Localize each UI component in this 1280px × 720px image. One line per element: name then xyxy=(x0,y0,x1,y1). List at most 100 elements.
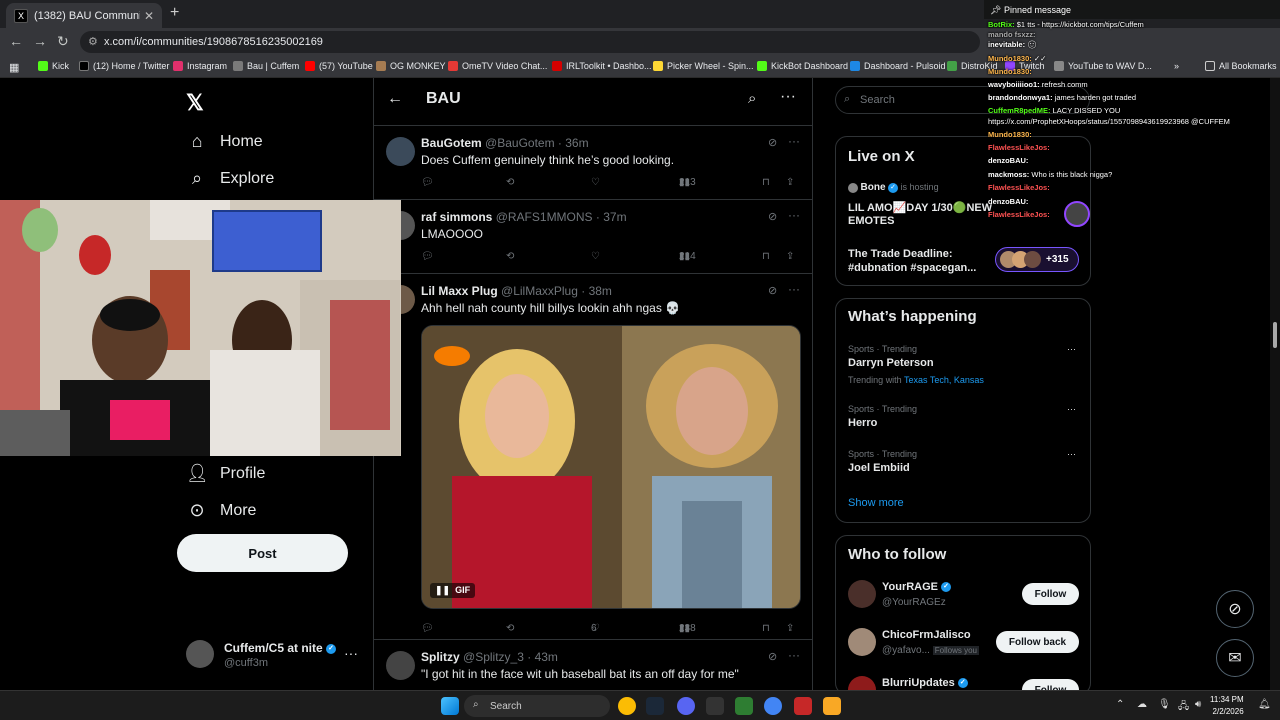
bookmark[interactable]: Instagram xyxy=(173,61,227,71)
back-arrow-icon[interactable]: ← xyxy=(387,90,403,108)
avatar[interactable] xyxy=(386,651,415,680)
bookmark[interactable]: OmeTV Video Chat... xyxy=(448,61,547,71)
bookmark-icon[interactable]: ⊓ xyxy=(762,251,770,262)
bookmark-icon[interactable]: ⊓ xyxy=(762,623,770,634)
share-icon[interactable]: ⇪ xyxy=(786,623,794,634)
account-switcher[interactable]: Cuffem/C5 at nite ✓ @cuff3m ··· xyxy=(186,640,366,672)
show-more-link[interactable]: Show more xyxy=(848,497,904,509)
avatar[interactable] xyxy=(848,580,876,608)
space-title[interactable]: The Trade Deadline: xyxy=(848,248,953,260)
address-bar[interactable]: ⚙ x.com/i/communities/190867851623500216… xyxy=(80,31,980,53)
avatar[interactable] xyxy=(848,628,876,656)
file-explorer-icon[interactable] xyxy=(823,697,841,715)
more-icon[interactable]: ··· xyxy=(344,645,358,661)
bookmark[interactable]: IRLToolkit • Dashbo... xyxy=(552,61,652,71)
site-info-icon[interactable]: ⚙ xyxy=(88,35,98,48)
nav-explore[interactable]: ⌕ Explore xyxy=(186,168,274,189)
follow-button[interactable]: Follow xyxy=(1022,583,1079,605)
x-logo-icon[interactable]: 𝕏 xyxy=(186,90,204,116)
more-icon[interactable]: ··· xyxy=(1067,344,1076,354)
share-icon[interactable]: ⇪ xyxy=(786,251,794,262)
grok-icon[interactable]: ⊘ xyxy=(768,650,777,663)
app-icon[interactable] xyxy=(794,697,812,715)
more-icon[interactable]: ··· xyxy=(788,208,800,222)
live-stream-title[interactable]: LIL AMO📈DAY 1/30🟢NEW xyxy=(848,201,992,214)
app-icon[interactable] xyxy=(735,697,753,715)
bookmark[interactable]: Dashboard - Pulsoid xyxy=(850,61,946,71)
like-icon[interactable]: ♡ xyxy=(591,177,600,188)
reload-icon[interactable]: ↻ xyxy=(57,33,69,50)
nav-profile[interactable]: 👤︎ Profile xyxy=(186,463,265,484)
space-title-line2[interactable]: #dubnation #spacegan... xyxy=(848,262,976,274)
listeners-pill[interactable]: +315 xyxy=(995,247,1079,272)
network-icon[interactable]: 🖧︎ xyxy=(1178,699,1189,716)
forward-icon[interactable]: → xyxy=(33,33,47,49)
nav-home[interactable]: ⌂ Home xyxy=(186,131,263,152)
mic-icon[interactable]: 🎙︎ xyxy=(1158,699,1171,710)
post-button[interactable]: Post xyxy=(177,534,348,572)
windows-start-icon[interactable] xyxy=(441,697,459,715)
search-icon[interactable]: ⌕ xyxy=(748,90,756,107)
grok-icon[interactable]: ⊘ xyxy=(768,136,777,149)
bookmark-icon[interactable]: ⊓ xyxy=(762,177,770,188)
more-icon[interactable]: ··· xyxy=(780,88,796,106)
avatar[interactable] xyxy=(386,137,415,166)
repost-icon[interactable]: ⟲ xyxy=(506,251,514,262)
share-icon[interactable]: ⇪ xyxy=(786,177,794,188)
more-icon[interactable]: ··· xyxy=(1067,404,1076,414)
clock[interactable]: 11:34 PM 2/2/2026 xyxy=(1210,694,1244,718)
bookmark[interactable]: (12) Home / Twitter xyxy=(79,61,169,71)
messages-icon[interactable]: ✉ xyxy=(1216,639,1254,677)
trend-topic[interactable]: Darryn Peterson xyxy=(848,357,934,369)
grok-fab-icon[interactable]: ⊘ xyxy=(1216,590,1254,628)
reply-icon[interactable]: 💬︎ xyxy=(421,623,434,634)
new-tab-icon[interactable]: + xyxy=(170,4,179,22)
bookmark[interactable]: Kick xyxy=(38,61,69,71)
follow-back-button[interactable]: Follow back xyxy=(996,631,1079,653)
volume-icon[interactable]: 🔊︎ xyxy=(1195,699,1201,710)
reply-icon[interactable]: 💬︎ xyxy=(421,251,434,262)
more-icon[interactable]: ··· xyxy=(788,282,800,296)
more-icon[interactable]: ··· xyxy=(1067,449,1076,459)
back-icon[interactable]: ← xyxy=(9,33,23,49)
bookmark[interactable]: OG MONKEY xyxy=(376,61,446,71)
post[interactable]: Lil Maxx Plug @LilMaxxPlug · 38m ⊘ ··· A… xyxy=(374,275,812,640)
steam-icon[interactable] xyxy=(646,697,664,715)
taskbar-search[interactable]: ⌕ Search xyxy=(464,695,610,717)
nav-more[interactable]: ⊙ More xyxy=(186,500,256,521)
bookmark[interactable]: Bau | Cuffem xyxy=(233,61,299,71)
notifications-icon[interactable]: 🔔︎ xyxy=(1258,699,1271,710)
grok-icon[interactable]: ⊘ xyxy=(768,284,777,297)
live-stream-title-line2[interactable]: EMOTES xyxy=(848,215,894,227)
more-icon[interactable]: ··· xyxy=(788,648,800,662)
scrollbar-thumb[interactable] xyxy=(1273,322,1277,348)
gif-media[interactable]: ❚❚ GIF xyxy=(421,325,801,609)
gif-badge[interactable]: ❚❚ GIF xyxy=(430,583,476,598)
repost-icon[interactable]: ⟲ xyxy=(506,177,514,188)
chrome-icon[interactable] xyxy=(618,697,636,715)
user-name[interactable]: YourRAGE ✓ xyxy=(882,581,952,593)
grok-icon[interactable]: ⊘ xyxy=(768,210,777,223)
apps-icon[interactable]: ▦ xyxy=(9,61,19,74)
user-name[interactable]: BlurriUpdates ✓ xyxy=(882,677,968,689)
bookmark[interactable]: Picker Wheel - Spin... xyxy=(653,61,754,71)
live-host[interactable]: Bone ✓ is hosting xyxy=(848,182,939,193)
trend-topic[interactable]: Joel Embiid xyxy=(848,462,910,474)
user-name[interactable]: ChicoFrmJalisco xyxy=(882,629,971,641)
cloud-icon[interactable]: ☁ xyxy=(1137,699,1147,710)
tab-close-icon[interactable]: ✕ xyxy=(144,9,154,23)
bookmark[interactable]: (57) YouTube xyxy=(305,61,373,71)
discord-icon[interactable] xyxy=(677,697,695,715)
trend-topic[interactable]: Herro xyxy=(848,417,877,429)
post[interactable]: raf simmons @RAFS1MMONS · 37m ⊘ ··· LMAO… xyxy=(374,201,812,274)
app-icon[interactable] xyxy=(706,697,724,715)
bookmark[interactable]: KickBot Dashboard xyxy=(757,61,848,71)
like-icon[interactable]: ♡ xyxy=(591,251,600,262)
post[interactable]: Splitzy @Splitzy_3 · 43m ⊘ ··· "I got hi… xyxy=(374,641,812,690)
browser-tab[interactable]: X (1382) BAU Community / X ✕ xyxy=(6,3,162,28)
reply-icon[interactable]: 💬︎ xyxy=(421,177,434,188)
chrome-icon[interactable] xyxy=(764,697,782,715)
post[interactable]: BauGotem @BauGotem · 36m ⊘ ··· Does Cuff… xyxy=(374,127,812,200)
repost-icon[interactable]: ⟲ xyxy=(506,623,514,634)
tray-overflow-icon[interactable]: ⌃ xyxy=(1116,699,1124,710)
